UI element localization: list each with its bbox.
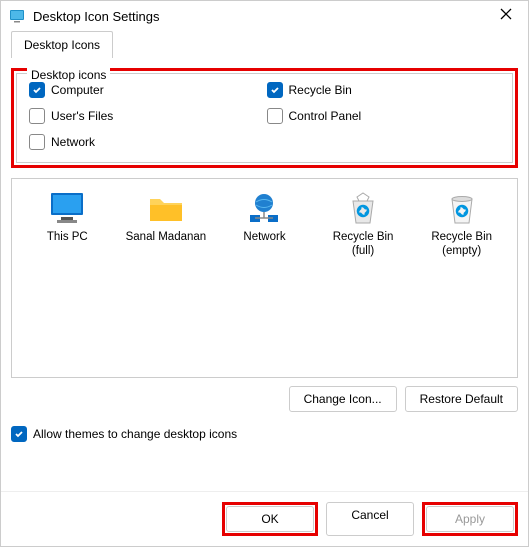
- ok-button[interactable]: OK: [226, 506, 314, 532]
- checkbox-control-panel[interactable]: [267, 108, 283, 124]
- preview-label-recycle-empty: Recycle Bin (empty): [419, 231, 504, 259]
- restore-default-button[interactable]: Restore Default: [405, 386, 518, 412]
- checkbox-computer[interactable]: [29, 82, 45, 98]
- highlight-checkbox-group: Desktop icons Computer Recycle Bin User'…: [11, 68, 518, 168]
- preview-network[interactable]: Network: [222, 191, 307, 259]
- tab-strip: Desktop Icons: [1, 31, 528, 58]
- checkbox-label-users-files: User's Files: [51, 109, 113, 123]
- group-legend: Desktop icons: [27, 68, 110, 82]
- folder-icon: [146, 191, 186, 227]
- preview-label-user: Sanal Madanan: [126, 231, 207, 245]
- highlight-ok: OK: [222, 502, 318, 536]
- preview-label-this-pc: This PC: [47, 231, 88, 245]
- checkbox-allow-themes[interactable]: [11, 426, 27, 442]
- network-icon: [244, 191, 284, 227]
- recycle-full-icon: [343, 191, 383, 227]
- tab-content: Desktop icons Computer Recycle Bin User'…: [1, 58, 528, 491]
- checkbox-row-users-files: User's Files: [29, 108, 263, 124]
- checkbox-label-control-panel: Control Panel: [289, 109, 362, 123]
- checkbox-row-recycle-bin: Recycle Bin: [267, 82, 501, 98]
- close-icon[interactable]: [492, 7, 520, 25]
- preview-user-folder[interactable]: Sanal Madanan: [123, 191, 208, 259]
- apply-button[interactable]: Apply: [426, 506, 514, 532]
- checkbox-label-network: Network: [51, 135, 95, 149]
- checkbox-label-computer: Computer: [51, 83, 104, 97]
- change-icon-button[interactable]: Change Icon...: [289, 386, 397, 412]
- checkbox-users-files[interactable]: [29, 108, 45, 124]
- cancel-button[interactable]: Cancel: [326, 502, 414, 536]
- dialog-footer: OK Cancel Apply: [1, 491, 528, 546]
- checkbox-row-network: Network: [29, 134, 263, 150]
- preview-label-network: Network: [243, 231, 285, 245]
- icon-button-row: Change Icon... Restore Default: [11, 386, 518, 412]
- allow-themes-row: Allow themes to change desktop icons: [11, 426, 518, 442]
- preview-recycle-empty[interactable]: Recycle Bin (empty): [419, 191, 504, 259]
- icon-preview-pane: This PC Sanal Madanan Network Recycle Bi…: [11, 178, 518, 378]
- recycle-empty-icon: [442, 191, 482, 227]
- preview-this-pc[interactable]: This PC: [25, 191, 110, 259]
- desktop-icons-group: Desktop icons Computer Recycle Bin User'…: [16, 73, 513, 163]
- titlebar: Desktop Icon Settings: [1, 1, 528, 31]
- highlight-apply: Apply: [422, 502, 518, 536]
- desktop-settings-icon: [9, 8, 25, 24]
- preview-recycle-full[interactable]: Recycle Bin (full): [321, 191, 406, 259]
- checkbox-label-recycle-bin: Recycle Bin: [289, 83, 352, 97]
- window-title: Desktop Icon Settings: [33, 9, 484, 24]
- checkbox-network[interactable]: [29, 134, 45, 150]
- checkbox-recycle-bin[interactable]: [267, 82, 283, 98]
- monitor-icon: [47, 191, 87, 227]
- preview-label-recycle-full: Recycle Bin (full): [321, 231, 406, 259]
- dialog-window: Desktop Icon Settings Desktop Icons Desk…: [0, 0, 529, 547]
- checkbox-row-control-panel: Control Panel: [267, 108, 501, 124]
- tab-desktop-icons[interactable]: Desktop Icons: [11, 31, 113, 58]
- checkbox-row-computer: Computer: [29, 82, 263, 98]
- allow-themes-label: Allow themes to change desktop icons: [33, 427, 237, 441]
